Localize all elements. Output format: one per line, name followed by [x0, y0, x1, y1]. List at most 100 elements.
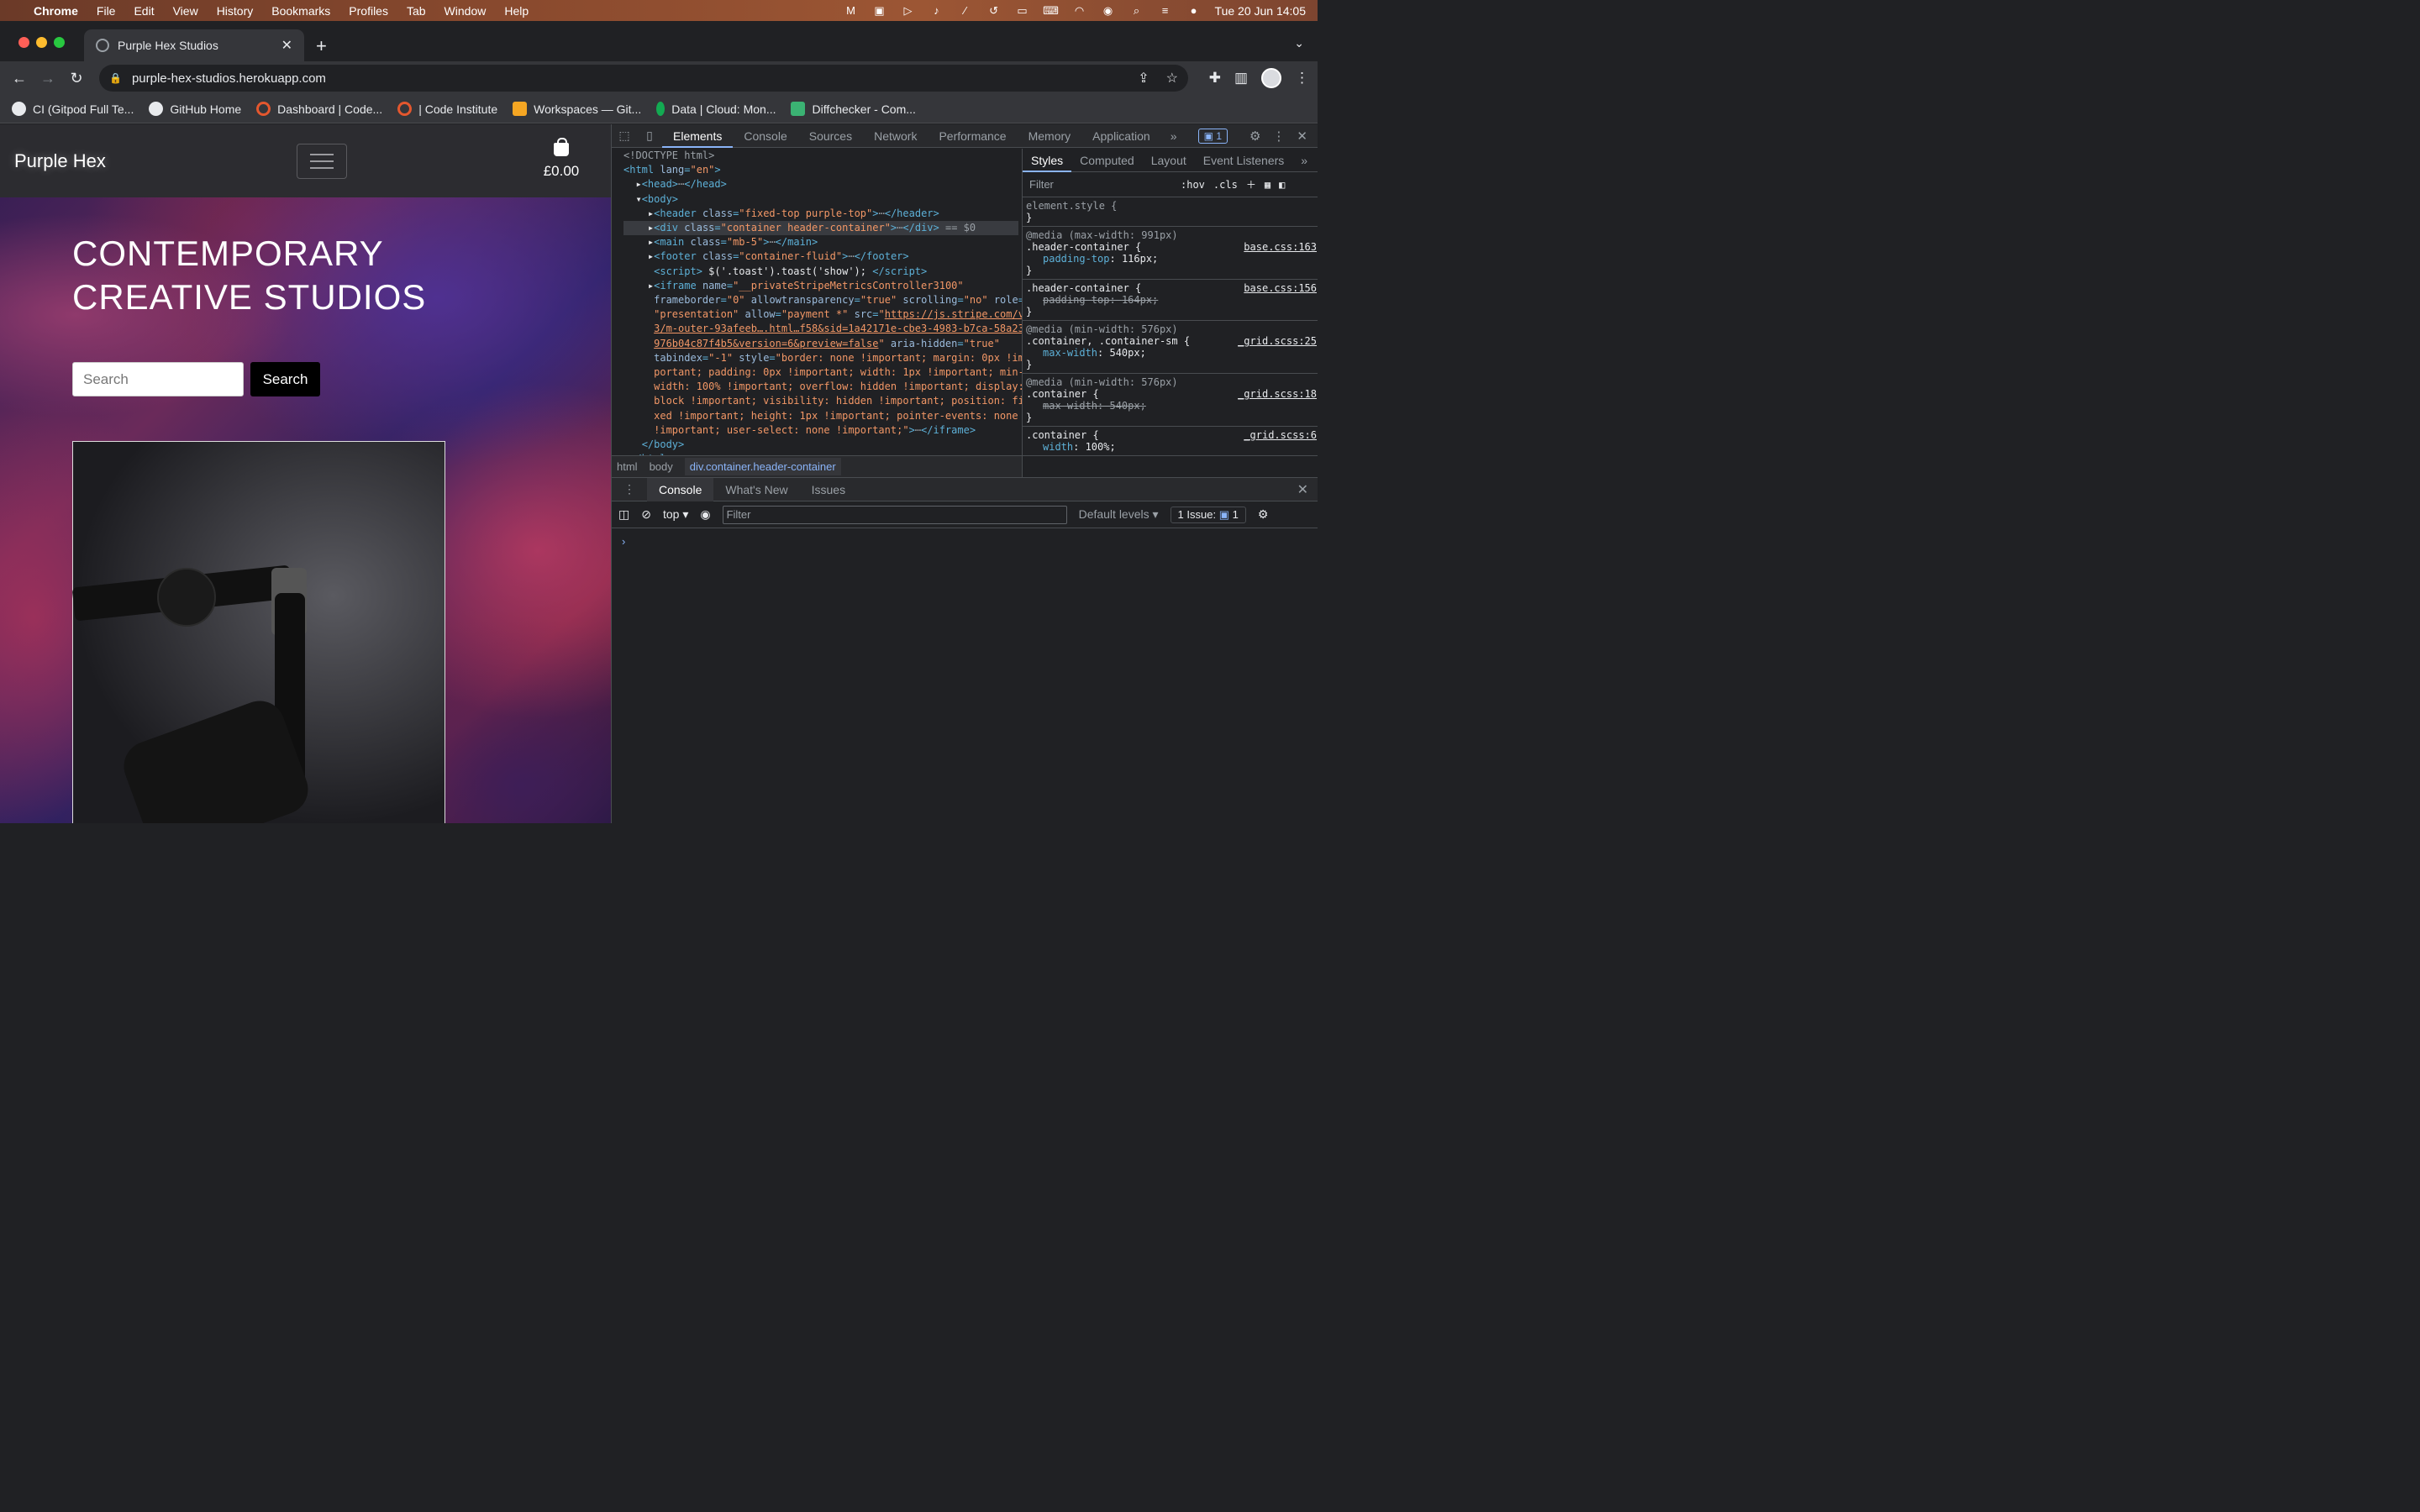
dom-head[interactable]: ▸<head>⋯</head> [623, 177, 1018, 192]
issues-counter-button[interactable]: 1 Issue: ▣ 1 [1170, 506, 1246, 523]
back-arrow-icon[interactable]: ← [5, 70, 34, 87]
bookmark-code-institute[interactable]: | Code Institute [397, 102, 497, 116]
extensions-puzzle-icon[interactable]: ✚ [1209, 70, 1221, 87]
keyboard-icon[interactable]: ⌨ [1043, 4, 1059, 18]
menu-history[interactable]: History [217, 4, 254, 18]
device-toolbar-icon[interactable]: ▯ [637, 129, 662, 143]
dom-header-container-selected[interactable]: ▸<div class="container header-container"… [623, 221, 1018, 236]
profile-avatar[interactable] [1261, 68, 1281, 88]
play-icon[interactable]: ▷ [901, 4, 916, 18]
forward-arrow-icon[interactable]: → [34, 70, 62, 87]
css-rule[interactable]: .header-container {base.css:156 padding-… [1023, 280, 1318, 321]
site-brand-logo[interactable]: Purple Hex [14, 150, 106, 172]
bookmark-workspaces[interactable]: Workspaces — Git... [513, 102, 641, 116]
clear-console-icon[interactable]: ⊘ [641, 507, 651, 522]
volume-icon[interactable]: ♪ [929, 4, 944, 18]
live-expression-eye-icon[interactable]: ◉ [700, 507, 710, 522]
screen-recorder-icon[interactable]: ▣ [872, 4, 887, 18]
dom-body-close[interactable]: </body> [623, 438, 1018, 452]
tab-memory[interactable]: Memory [1018, 124, 1082, 148]
settings-gear-icon[interactable]: ⚙ [1249, 129, 1260, 144]
chrome-menu-icon[interactable]: ⋮ [1295, 70, 1309, 87]
wifi-icon[interactable]: ◠ [1072, 4, 1087, 18]
drawer-tab-issues[interactable]: Issues [800, 483, 857, 496]
tab-console[interactable]: Console [733, 124, 797, 148]
drawer-menu-icon[interactable]: ⋮ [612, 482, 647, 496]
bookmark-dashboard[interactable]: Dashboard | Code... [256, 102, 382, 116]
rule-property[interactable]: width: 100%; [1026, 441, 1315, 453]
close-window-button[interactable] [18, 37, 29, 48]
siri-icon[interactable]: ● [1186, 4, 1202, 18]
issues-badge[interactable]: ▣ 1 [1197, 128, 1228, 144]
dom-iframe-src[interactable]: 3/m-outer-93afeeb….html…f58&sid=1a42171e… [623, 322, 1022, 336]
control-center-icon[interactable]: ≡ [1158, 4, 1173, 18]
side-panel-icon[interactable]: ▥ [1234, 70, 1248, 87]
bookmark-star-icon[interactable]: ☆ [1166, 70, 1178, 87]
css-rule[interactable]: .container {_grid.scss:6 width: 100%; [1023, 427, 1318, 456]
tab-styles[interactable]: Styles [1023, 149, 1072, 172]
menubar-clock[interactable]: Tue 20 Jun 14:05 [1215, 4, 1306, 18]
tab-search-chevron-icon[interactable]: ⌄ [1294, 36, 1304, 50]
browser-tab[interactable]: Purple Hex Studios ✕ [84, 29, 304, 61]
console-settings-gear-icon[interactable]: ⚙ [1258, 507, 1269, 522]
share-icon[interactable]: ⇪ [1138, 70, 1149, 87]
drawer-tab-console[interactable]: Console [647, 477, 714, 501]
new-tab-icon[interactable]: + [316, 35, 327, 57]
close-drawer-icon[interactable]: ✕ [1297, 481, 1318, 498]
tab-application[interactable]: Application [1081, 124, 1161, 148]
menu-profiles[interactable]: Profiles [349, 4, 388, 18]
tab-network[interactable]: Network [863, 124, 928, 148]
shopping-bag-link[interactable]: £0.00 [538, 138, 585, 180]
tab-event-listeners[interactable]: Event Listeners [1195, 154, 1293, 167]
css-rule[interactable]: element.style { } [1023, 197, 1318, 227]
more-options-icon[interactable]: ⋮ [1272, 129, 1285, 144]
new-rule-plus-icon[interactable]: ＋ [1246, 177, 1256, 192]
dom-tree[interactable]: <!DOCTYPE html> <html lang="en"> ▸<head>… [612, 149, 1022, 455]
log-levels-dropdown[interactable]: Default levels ▾ [1079, 507, 1159, 522]
css-rule[interactable]: @media (max-width: 991px) .header-contai… [1023, 227, 1318, 280]
menu-bookmarks[interactable]: Bookmarks [271, 4, 330, 18]
drawer-tab-whats-new[interactable]: What's New [713, 483, 799, 496]
rule-property-overridden[interactable]: max-width: 540px; [1026, 400, 1315, 412]
breadcrumb-html[interactable]: html [617, 460, 638, 473]
menu-edit[interactable]: Edit [134, 4, 154, 18]
menu-tab[interactable]: Tab [407, 4, 426, 18]
rule-source-link[interactable]: _grid.scss:6 [1244, 429, 1317, 441]
close-devtools-icon[interactable]: ✕ [1297, 129, 1307, 144]
bookmark-github-home[interactable]: GitHub Home [149, 102, 241, 116]
console-prompt[interactable]: › [612, 528, 1318, 548]
rule-source-link[interactable]: base.css:156 [1244, 282, 1317, 294]
bookmark-diffchecker[interactable]: Diffchecker - Com... [791, 102, 916, 116]
cls-toggle[interactable]: .cls [1213, 179, 1238, 191]
user-icon[interactable]: ◉ [1101, 4, 1116, 18]
menu-app-name[interactable]: Chrome [34, 4, 78, 18]
spotlight-search-icon[interactable]: ⌕ [1129, 4, 1144, 18]
time-machine-icon[interactable]: ↺ [986, 4, 1002, 18]
gmail-icon[interactable]: M [844, 4, 859, 18]
dom-footer[interactable]: ▸<footer class="container-fluid">⋯</foot… [623, 249, 1018, 264]
dom-script[interactable]: <script> $('.toast').toast('show'); </sc… [623, 265, 1018, 279]
search-button[interactable]: Search [250, 362, 320, 396]
address-bar[interactable]: 🔒 purple-hex-studios.herokuapp.com ⇪ ☆ [99, 65, 1188, 92]
dom-iframe-src[interactable]: 976b04c87f4b5&version=6&preview=false" a… [623, 337, 1018, 351]
tab-sources[interactable]: Sources [798, 124, 863, 148]
lock-icon[interactable]: 🔒 [109, 72, 122, 84]
breadcrumb-body[interactable]: body [650, 460, 673, 473]
bluetooth-icon[interactable]: ⁄ [958, 4, 973, 18]
menu-view[interactable]: View [173, 4, 198, 18]
rule-property[interactable]: max-width: 540px; [1026, 347, 1315, 359]
minimize-window-button[interactable] [36, 37, 47, 48]
url-text[interactable]: purple-hex-studios.herokuapp.com [132, 71, 326, 86]
console-filter-input[interactable]: Filter [722, 505, 1067, 524]
menu-file[interactable]: File [97, 4, 116, 18]
breadcrumb-current[interactable]: div.container.header-container [684, 458, 841, 475]
battery-icon[interactable]: ▭ [1015, 4, 1030, 18]
css-rule[interactable]: @media (min-width: 576px) .container, .c… [1023, 321, 1318, 374]
menu-window[interactable]: Window [445, 4, 487, 18]
close-tab-icon[interactable]: ✕ [281, 37, 292, 54]
zoom-window-button[interactable] [54, 37, 65, 48]
search-input[interactable] [72, 362, 244, 396]
menu-help[interactable]: Help [504, 4, 529, 18]
more-panes-chevron-icon[interactable]: » [1292, 154, 1316, 167]
bookmark-mongodb[interactable]: Data | Cloud: Mon... [656, 102, 776, 116]
